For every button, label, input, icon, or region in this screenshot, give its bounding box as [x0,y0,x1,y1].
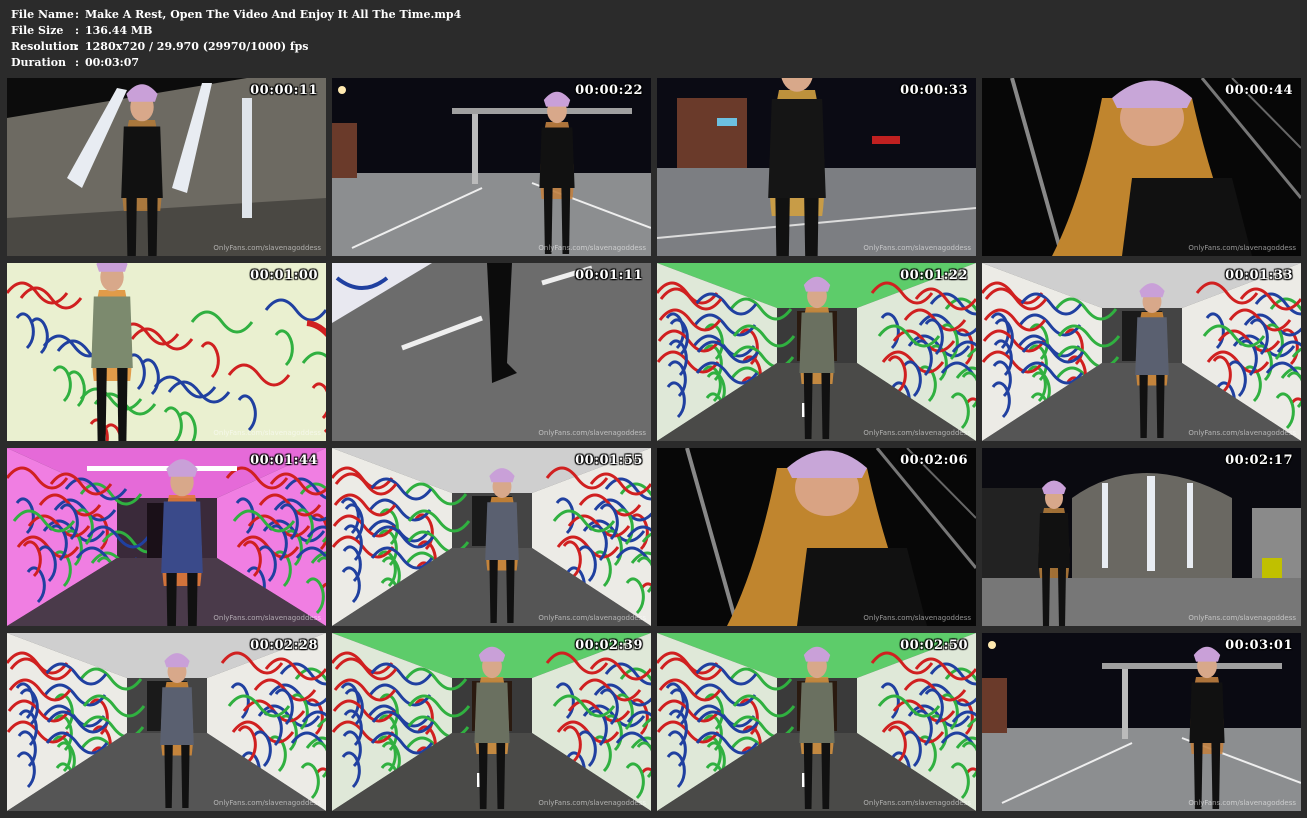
separator: : [75,24,80,37]
thumbnail-image [7,633,326,811]
thumbnail-frame[interactable]: 00:01:00 OnlyFans.com/slavenagoddess [7,263,326,441]
thumbnail-image [657,78,976,256]
watermark: OnlyFans.com/slavenagoddess [1188,244,1296,252]
thumbnail-frame[interactable]: 00:02:17 OnlyFans.com/slavenagoddess [982,448,1301,626]
timestamp: 00:02:28 [250,638,318,653]
thumbnail-frame[interactable]: 00:03:01 OnlyFans.com/slavenagoddess [982,633,1301,811]
file-name-row: File Name : Make A Rest, Open The Video … [11,7,461,23]
watermark: OnlyFans.com/slavenagoddess [863,429,971,437]
thumbnail-image [332,448,651,626]
watermark: OnlyFans.com/slavenagoddess [1188,799,1296,807]
thumbnail-frame[interactable]: 00:02:06 OnlyFans.com/slavenagoddess [657,448,976,626]
timestamp: 00:00:22 [575,83,643,98]
watermark: OnlyFans.com/slavenagoddess [538,799,646,807]
thumbnail-grid: 00:00:11 OnlyFans.com/slavenagoddess 00:… [7,78,1301,811]
thumbnail-frame[interactable]: 00:00:44 OnlyFans.com/slavenagoddess [982,78,1301,256]
thumbnail-image [332,633,651,811]
watermark: OnlyFans.com/slavenagoddess [863,244,971,252]
resolution-label: Resolution [11,40,78,53]
thumbnail-frame[interactable]: 00:00:22 OnlyFans.com/slavenagoddess [332,78,651,256]
thumbnail-image [7,448,326,626]
thumbnail-frame[interactable]: 00:01:55 OnlyFans.com/slavenagoddess [332,448,651,626]
thumbnail-frame[interactable]: 00:01:33 OnlyFans.com/slavenagoddess [982,263,1301,441]
watermark: OnlyFans.com/slavenagoddess [1188,614,1296,622]
thumbnail-image [332,78,651,256]
watermark: OnlyFans.com/slavenagoddess [213,614,321,622]
timestamp: 00:02:06 [900,453,968,468]
separator: : [75,40,80,53]
timestamp: 00:01:55 [575,453,643,468]
timestamp: 00:00:44 [1225,83,1293,98]
resolution-value: 1280x720 / 29.970 (29970/1000) fps [85,40,309,53]
thumbnail-frame[interactable]: 00:00:33 OnlyFans.com/slavenagoddess [657,78,976,256]
watermark: OnlyFans.com/slavenagoddess [1188,429,1296,437]
watermark: OnlyFans.com/slavenagoddess [538,244,646,252]
duration-label: Duration [11,56,67,69]
timestamp: 00:01:44 [250,453,318,468]
timestamp: 00:03:01 [1225,638,1293,653]
thumbnail-image [982,263,1301,441]
watermark: OnlyFans.com/slavenagoddess [213,244,321,252]
file-size-label: File Size [11,24,64,37]
thumbnail-frame[interactable]: 00:02:28 OnlyFans.com/slavenagoddess [7,633,326,811]
timestamp: 00:01:33 [1225,268,1293,283]
file-name-value: Make A Rest, Open The Video And Enjoy It… [85,8,462,21]
file-info-panel: File Name : Make A Rest, Open The Video … [11,7,461,71]
file-size-row: File Size : 136.44 MB [11,23,461,39]
timestamp: 00:00:11 [250,83,318,98]
separator: : [75,56,80,69]
duration-value: 00:03:07 [85,56,140,69]
watermark: OnlyFans.com/slavenagoddess [213,429,321,437]
thumbnail-frame[interactable]: 00:02:50 OnlyFans.com/slavenagoddess [657,633,976,811]
thumbnail-frame[interactable]: 00:01:22 OnlyFans.com/slavenagoddess [657,263,976,441]
watermark: OnlyFans.com/slavenagoddess [213,799,321,807]
thumbnail-image [657,448,976,626]
thumbnail-image [982,448,1301,626]
file-name-label: File Name [11,8,74,21]
thumbnail-image [982,633,1301,811]
separator: : [75,8,80,21]
thumbnail-image [332,263,651,441]
thumbnail-image [7,78,326,256]
thumbnail-image [657,633,976,811]
timestamp: 00:01:11 [575,268,643,283]
watermark: OnlyFans.com/slavenagoddess [863,799,971,807]
watermark: OnlyFans.com/slavenagoddess [863,614,971,622]
watermark: OnlyFans.com/slavenagoddess [538,429,646,437]
timestamp: 00:00:33 [900,83,968,98]
timestamp: 00:02:50 [900,638,968,653]
thumbnail-image [7,263,326,441]
thumbnail-image [657,263,976,441]
thumbnail-frame[interactable]: 00:01:11 OnlyFans.com/slavenagoddess [332,263,651,441]
file-size-value: 136.44 MB [85,24,153,37]
watermark: OnlyFans.com/slavenagoddess [538,614,646,622]
thumbnail-image [982,78,1301,256]
resolution-row: Resolution : 1280x720 / 29.970 (29970/10… [11,39,461,55]
thumbnail-frame[interactable]: 00:02:39 OnlyFans.com/slavenagoddess [332,633,651,811]
timestamp: 00:01:00 [250,268,318,283]
thumbnail-frame[interactable]: 00:01:44 OnlyFans.com/slavenagoddess [7,448,326,626]
thumbnail-frame[interactable]: 00:00:11 OnlyFans.com/slavenagoddess [7,78,326,256]
timestamp: 00:02:17 [1225,453,1293,468]
timestamp: 00:02:39 [575,638,643,653]
timestamp: 00:01:22 [900,268,968,283]
duration-row: Duration : 00:03:07 [11,55,461,71]
